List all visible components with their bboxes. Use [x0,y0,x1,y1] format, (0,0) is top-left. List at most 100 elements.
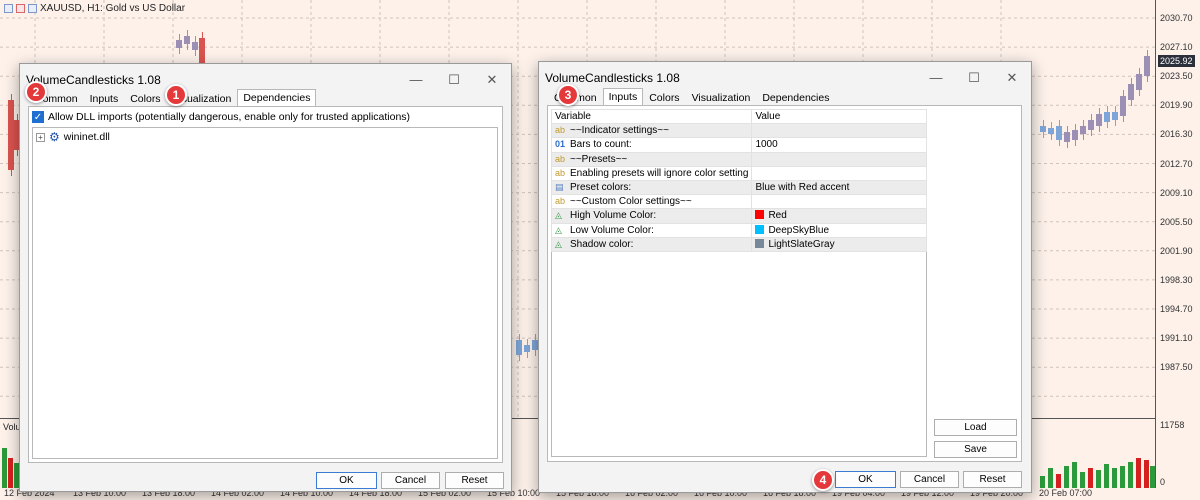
right-reset-button[interactable]: Reset [963,471,1022,488]
allow-dll-row[interactable]: ✓ Allow DLL imports (potentially dangero… [32,111,410,123]
volume-axis-bottom-label: 0 [1160,477,1166,487]
param-variable-label: High Volume Color: [570,210,657,222]
color-swatch[interactable] [755,224,765,234]
tab-colors[interactable]: Colors [643,89,685,106]
tab-visualization[interactable]: Visualization [686,89,757,106]
param-variable-cell: ▤ Preset colors: [550,179,753,196]
left-ok-button[interactable]: OK [316,472,377,489]
param-value-label: DeepSkyBlue [768,224,830,236]
param-value-cell[interactable] [751,165,927,181]
price-axis-label: 2001.90 [1160,245,1193,256]
volume-bar [1048,468,1053,488]
tree-expand-icon[interactable]: + [36,132,45,142]
volume-bar [1128,462,1133,488]
left-dialog-title: VolumeCandlesticks 1.08 [26,72,161,87]
dll-name: wininet.dll [63,131,110,143]
volume-bar [8,458,13,488]
param-value-cell[interactable] [751,151,927,167]
color-type-icon: ◬ [555,224,562,235]
param-variable-label: Shadow color: [570,238,634,250]
param-row[interactable]: ◬ Shadow color: LightSlateGray [550,236,927,252]
candle-body [1096,114,1102,126]
param-row[interactable]: 01 Bars to count: 1000 [550,137,927,153]
color-swatch[interactable] [755,238,765,248]
column-header-variable[interactable]: Variable [550,108,753,125]
chart-close-icon[interactable] [16,4,25,13]
param-row[interactable]: ◬ High Volume Color: Red [550,208,927,224]
minimize-icon[interactable]: — [917,62,955,93]
param-variable-label: ~~Indicator settings~~ [570,125,669,137]
left-reset-button[interactable]: Reset [445,472,504,489]
dependency-tree[interactable] [32,127,498,459]
right-cancel-button[interactable]: Cancel [900,471,959,488]
price-axis-label: 2005.50 [1160,216,1193,227]
param-value-cell[interactable]: Blue with Red accent [751,179,927,196]
param-variable-label: Low Volume Color: [570,224,654,236]
param-value-cell[interactable] [751,123,927,139]
right-ok-button[interactable]: OK [835,471,896,488]
volume-bar [1088,468,1093,488]
color-swatch[interactable] [755,210,765,220]
candle-body [524,345,530,352]
tab-inputs[interactable]: Inputs [602,88,644,106]
load-button[interactable]: Load [934,419,1017,436]
column-header-value[interactable]: Value [751,108,927,125]
close-icon[interactable]: ✕ [473,64,511,95]
left-cancel-button[interactable]: Cancel [381,472,440,489]
candle-body [1128,84,1134,100]
param-value-cell[interactable]: Red [751,208,927,224]
maximize-icon[interactable]: ☐ [435,64,473,95]
step-badge-2: 2 [25,81,47,103]
tab-dependencies[interactable]: Dependencies [756,89,835,106]
close-icon[interactable]: ✕ [993,62,1031,93]
save-button[interactable]: Save [934,441,1017,458]
tree-item-wininet[interactable]: + ⚙ wininet.dll [36,131,110,143]
gear-icon: ⚙ [49,130,60,144]
volume-bar [1112,468,1117,488]
param-variable-cell: ◬ Shadow color: [550,236,753,252]
candle-body [1056,126,1062,140]
param-variable-cell: ◬ High Volume Color: [550,208,753,224]
list-type-icon: ▤ [555,182,564,193]
minimize-icon[interactable]: — [397,64,435,95]
param-row[interactable]: ab ~~Indicator settings~~ [550,123,927,139]
tab-inputs[interactable]: Inputs [84,90,125,107]
candle-body [1088,120,1094,130]
tab-colors[interactable]: Colors [124,90,166,107]
param-variable-cell: ab Enabling presets will ignore color set… [550,165,753,181]
volume-bar [1136,458,1141,488]
param-variable-label: ~~Presets~~ [570,153,628,165]
string-type-icon: ab [555,167,566,178]
volume-bar [1040,476,1045,488]
tab-dependencies[interactable]: Dependencies [237,89,317,107]
param-row[interactable]: ab ~~Custom Color settings~~ [550,194,927,210]
param-value-cell[interactable]: 1000 [751,137,927,153]
param-row[interactable]: ▤ Preset colors: Blue with Red accent [550,179,927,196]
maximize-icon[interactable]: ☐ [955,62,993,93]
volume-label: Volu [3,422,21,432]
param-variable-cell: ab ~~Custom Color settings~~ [550,194,753,210]
price-axis-label: 2009.10 [1160,187,1193,198]
param-row[interactable]: ab Enabling presets will ignore color set… [550,165,927,181]
price-axis-label: 2027.10 [1160,42,1193,53]
param-variable-cell: ab ~~Indicator settings~~ [550,123,753,139]
param-variable-label: Bars to count: [570,139,632,151]
allow-dll-checkbox[interactable]: ✓ [32,111,44,123]
volume-bar [1080,472,1085,488]
price-axis-label: 1987.50 [1160,362,1193,373]
color-type-icon: ◬ [555,238,562,249]
param-value-cell[interactable] [751,194,927,210]
price-axis[interactable]: 2030.70 2027.10 2023.50 2019.90 2016.30 2012.… [1156,0,1200,500]
param-variable-cell: 01 Bars to count: [550,137,753,153]
candle-body [1104,112,1110,122]
chart-maximize-icon[interactable] [28,4,37,13]
param-value-cell[interactable]: LightSlateGray [751,236,927,252]
param-row[interactable]: ab ~~Presets~~ [550,151,927,167]
string-type-icon: ab [555,125,566,136]
candle-body [516,340,522,355]
volume-bar [1150,466,1155,488]
candle-body [1072,130,1078,140]
param-row[interactable]: ◬ Low Volume Color: DeepSkyBlue [550,222,927,238]
param-value-cell[interactable]: DeepSkyBlue [751,222,927,238]
step-badge-3: 3 [557,84,579,106]
